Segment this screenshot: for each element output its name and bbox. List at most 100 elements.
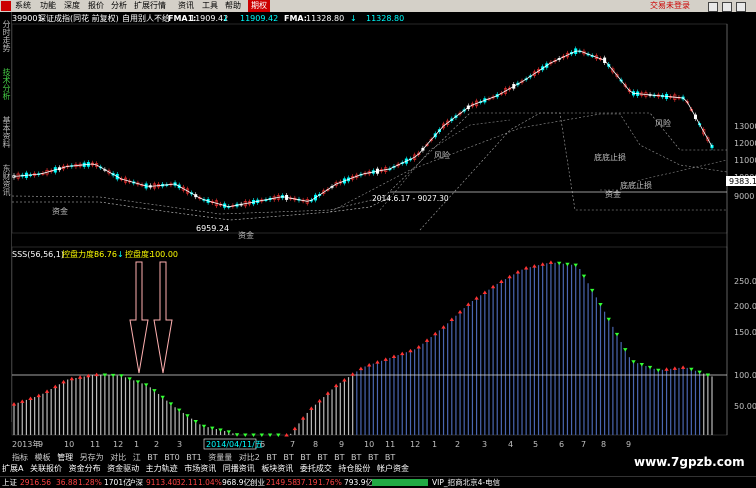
tab-broadcast-news[interactable]: 同播资讯	[223, 463, 255, 474]
date-tick: 11	[385, 440, 395, 449]
sh-label: 上证	[2, 478, 17, 487]
toolbar-indicator[interactable]: 指标	[12, 452, 28, 463]
tab-capital-drive[interactable]: 资金驱动	[107, 463, 139, 474]
indicator-marker	[680, 365, 686, 369]
indicator-marker	[375, 360, 380, 364]
fma1-value2: 11909.42	[240, 14, 278, 23]
header-formula: 自用别人不给	[122, 13, 170, 23]
toolbar-item[interactable]: BT	[266, 453, 276, 462]
toolbar-save-as[interactable]: 另存为	[80, 452, 104, 463]
indicator-marker	[532, 264, 537, 268]
sh-pct: 1.28%	[78, 478, 102, 487]
tab-orders[interactable]: 委托成交	[300, 463, 332, 474]
tab-sector-news[interactable]: 板块资讯	[261, 463, 293, 474]
indicator-marker	[424, 338, 430, 342]
indicator-marker	[135, 380, 141, 384]
indicator-marker	[168, 402, 174, 406]
indicator-marker	[177, 408, 182, 413]
indicator-marker	[449, 317, 454, 321]
indicator-marker	[358, 366, 364, 371]
vip-server[interactable]: VIP_招商北京4-电信	[432, 477, 500, 488]
force-label: 控盘力度:	[62, 249, 97, 259]
sh-change: 36.88	[56, 478, 78, 487]
toolbar-item[interactable]: BT	[368, 453, 378, 462]
indicator-marker	[606, 317, 611, 322]
indicator-marker	[77, 375, 83, 379]
tab-related-quote[interactable]: 关联报价	[30, 463, 62, 474]
cy-amount: 793.9亿	[344, 478, 373, 487]
indicator-marker	[457, 309, 463, 314]
indicator-histogram	[13, 262, 713, 435]
indicator-marker	[408, 348, 413, 353]
toolbar-item[interactable]: BT	[300, 453, 310, 462]
header-name: 深证成指(同花 前复权)	[38, 13, 119, 23]
date-tick: 2013年	[12, 439, 40, 449]
indicator-marker	[664, 367, 669, 371]
fma-value: 11328.80	[306, 14, 344, 23]
indicator-marker	[441, 325, 446, 329]
price-tick: 12000	[734, 139, 756, 148]
toolbar-item[interactable]: BT	[283, 453, 293, 462]
indicator-marker	[201, 424, 207, 429]
indicator-marker	[598, 303, 603, 307]
toolbar-item[interactable]: 对比2	[239, 452, 260, 463]
indicator-marker	[573, 263, 578, 268]
tab-market-news[interactable]: 市场资讯	[184, 463, 216, 474]
indicator-marker	[400, 351, 405, 356]
toolbar-item[interactable]: BT	[317, 453, 327, 462]
indicator-marker	[391, 354, 397, 358]
tab-capital-distribution[interactable]: 资金分布	[69, 463, 101, 474]
force-value: 86.76	[94, 250, 117, 259]
tab-extension-a[interactable]: 扩展A	[2, 463, 23, 474]
toolbar-template[interactable]: 模板	[35, 452, 51, 463]
indicator-marker	[507, 274, 512, 279]
indicator-marker	[548, 260, 554, 264]
indicator-marker	[218, 428, 223, 433]
toolbar-item[interactable]: BT1	[186, 453, 201, 462]
toolbar-item[interactable]: BT	[147, 453, 157, 462]
indicator-marker	[350, 372, 355, 376]
tab-holdings[interactable]: 持仓股份	[338, 463, 370, 474]
degree-value: 100.00	[150, 250, 178, 259]
indicator-marker	[300, 416, 306, 420]
indicator-marker	[433, 331, 438, 336]
toolbar-compare[interactable]: 对比	[110, 452, 126, 463]
toolbar-item[interactable]: BT	[334, 453, 344, 462]
fma-arrow: ↓	[350, 14, 357, 23]
toolbar-item[interactable]: BT	[385, 453, 395, 462]
peak-risk-label: 风险	[434, 150, 450, 160]
toolbar-manage[interactable]: 管理	[57, 452, 73, 463]
fma1-arrow: ↓	[222, 14, 229, 23]
indicator-marker	[86, 373, 91, 378]
indicator-marker	[499, 279, 504, 284]
indicator-marker	[61, 379, 66, 384]
status-bar: 上证 2916.56 36.88 1.28% 1701亿 沪深 9113.40 …	[0, 476, 756, 488]
indicator-marker	[36, 393, 41, 398]
sz-change: 32.11	[176, 478, 198, 487]
degree-label: 控盘度:	[125, 249, 152, 259]
indicator-marker	[631, 360, 636, 364]
price-axis: 13000 12000 11000 10000 9000 9383.1	[726, 122, 756, 201]
toolbar-item[interactable]: BT0	[164, 453, 179, 462]
date-axis: 2013年910111212356789101112123456789	[12, 439, 631, 449]
toolbar-item[interactable]: 江	[133, 452, 141, 463]
date-tick: 1	[134, 440, 139, 449]
toolbar-item[interactable]: 资量量	[208, 452, 232, 463]
indicator-marker	[53, 384, 58, 389]
tab-main-track[interactable]: 主力轨迹	[146, 463, 178, 474]
stock-chart[interactable]: 399001 深证成指(同花 前复权) 自用别人不给 FMA1: 11909.4…	[0, 0, 756, 487]
sz-amount: 968.9亿	[222, 478, 251, 487]
toolbar-item[interactable]: BT	[351, 453, 361, 462]
right-capital-label: 资金	[605, 189, 621, 199]
tab-account-funds[interactable]: 帐户资金	[377, 463, 409, 474]
indicator-marker	[11, 402, 17, 406]
sz-pct: 1.04%	[198, 478, 222, 487]
cy-label: 创业	[250, 478, 265, 487]
indicator-marker	[581, 274, 587, 279]
indicator-marker	[366, 363, 372, 367]
cy-value: 2149.58	[266, 478, 298, 487]
stop-loss-label-2: 底底止损	[620, 180, 652, 190]
indicator-marker	[333, 383, 339, 388]
date-tick: 10	[64, 440, 74, 449]
indicator-marker	[697, 370, 702, 375]
